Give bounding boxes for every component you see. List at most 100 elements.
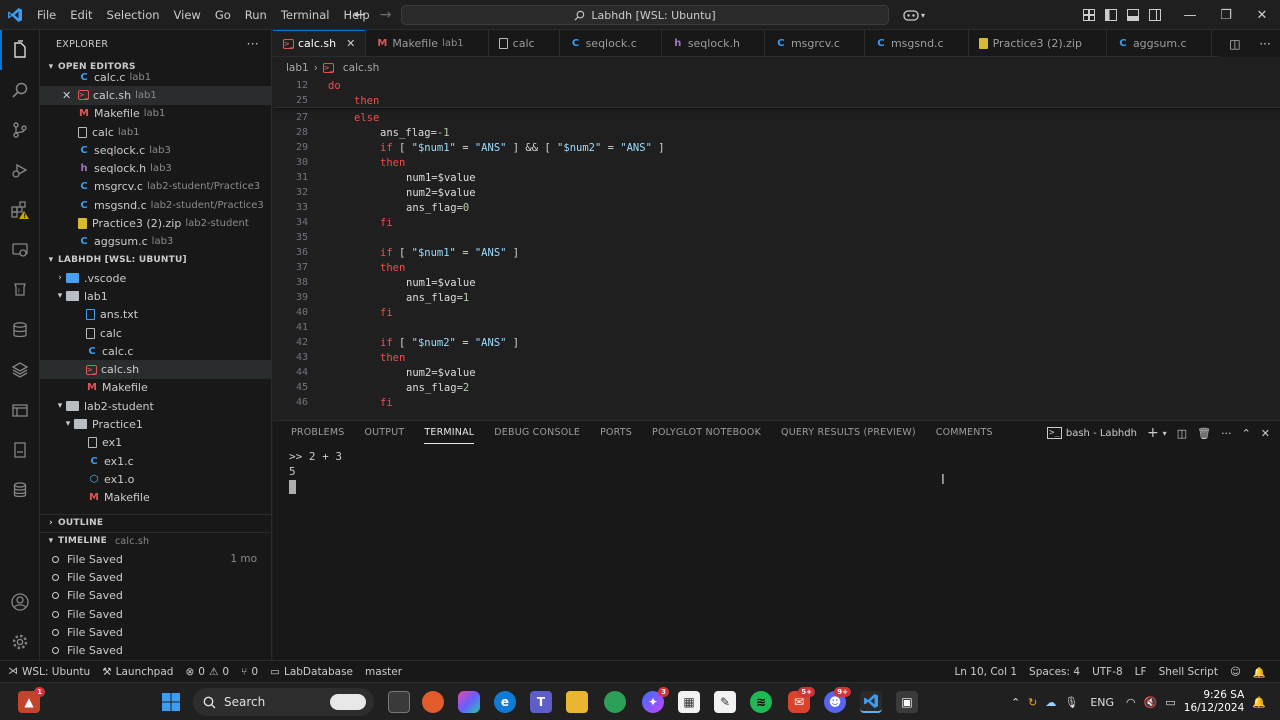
- app-icon-orange[interactable]: [422, 691, 444, 713]
- close-window-icon[interactable]: ✕: [1244, 0, 1280, 30]
- customize-layout-icon[interactable]: [1078, 0, 1100, 30]
- open-editor-item[interactable]: calc lab1: [40, 123, 271, 141]
- terminal-name[interactable]: bash - Labhdh: [1066, 428, 1137, 439]
- editor-tab[interactable]: Cseqlock.c: [560, 30, 662, 56]
- tree-file[interactable]: ⬡ ex1.o: [40, 470, 271, 488]
- tree-file[interactable]: Ccalc.c: [40, 342, 271, 360]
- indentation[interactable]: Spaces: 4: [1023, 666, 1086, 678]
- breadcrumb-folder[interactable]: lab1: [286, 62, 309, 74]
- restore-icon[interactable]: ❐: [1208, 0, 1244, 30]
- panel-tab-polyglot-notebook[interactable]: POLYGLOT NOTEBOOK: [642, 421, 771, 445]
- maximize-panel-icon[interactable]: ⌃: [1242, 427, 1251, 440]
- app-icon-window[interactable]: ▣: [896, 691, 918, 713]
- editor-tab[interactable]: Cmsgrcv.c: [765, 30, 865, 56]
- copilot-status-icon[interactable]: ☺: [1224, 666, 1247, 678]
- notebook-icon[interactable]: [0, 430, 40, 470]
- launchpad-item[interactable]: ⚒ Launchpad: [96, 666, 179, 678]
- menu-run[interactable]: Run: [238, 0, 274, 30]
- end-of-line[interactable]: LF: [1129, 666, 1153, 678]
- tray-app-icon[interactable]: ↻: [1028, 696, 1037, 709]
- timeline-item[interactable]: File Saved: [40, 605, 271, 623]
- close-panel-icon[interactable]: ✕: [1261, 427, 1270, 440]
- mail-app-icon[interactable]: ✉ 5+: [788, 687, 815, 713]
- language-indicator[interactable]: ENG: [1090, 696, 1114, 709]
- messenger-icon[interactable]: ✦ 3: [642, 687, 669, 713]
- encoding[interactable]: UTF-8: [1086, 666, 1129, 678]
- spotify-icon[interactable]: ≋: [750, 691, 772, 713]
- panel-tab-terminal[interactable]: TERMINAL: [414, 421, 484, 445]
- timeline-item[interactable]: File Saved: [40, 623, 271, 641]
- explorer-icon[interactable]: [0, 30, 40, 70]
- open-editor-item[interactable]: Ccalc.c lab1: [40, 68, 271, 86]
- file-explorer-icon[interactable]: [566, 691, 588, 713]
- tree-file[interactable]: >_ calc.sh: [40, 360, 271, 379]
- tree-folder[interactable]: ▾ lab2-student: [40, 397, 271, 415]
- volume-muted-icon[interactable]: 🔇: [1144, 696, 1158, 709]
- settings-gear-icon[interactable]: [0, 622, 40, 662]
- chevron-down-icon[interactable]: ▾: [1163, 429, 1167, 438]
- notes-app-icon[interactable]: ✎: [714, 691, 736, 713]
- language-mode[interactable]: Shell Script: [1153, 666, 1224, 678]
- more-actions-icon[interactable]: ···: [247, 37, 259, 51]
- vscode-taskbar-icon[interactable]: [860, 691, 882, 713]
- layers-icon[interactable]: [0, 350, 40, 390]
- microphone-icon[interactable]: 🎙: [1064, 696, 1078, 709]
- menu-selection[interactable]: Selection: [100, 0, 167, 30]
- split-editor-icon[interactable]: ◫: [1229, 37, 1240, 51]
- workspace-header[interactable]: ▾ LABHDH [WSL: UBUNTU]: [40, 251, 271, 269]
- panel-tab-ports[interactable]: PORTS: [590, 421, 642, 445]
- windows-start-icon[interactable]: [160, 691, 182, 713]
- timeline-header[interactable]: ▾ TIMELINE calc.sh: [40, 531, 271, 550]
- widget-app-icon[interactable]: ▲ 1: [18, 687, 45, 713]
- extensions-icon[interactable]: !: [0, 190, 40, 230]
- more-actions-icon[interactable]: ···: [1221, 427, 1232, 440]
- copilot-app-icon[interactable]: [458, 691, 480, 713]
- toggle-panel-icon[interactable]: [1122, 0, 1144, 30]
- battery-icon[interactable]: ▭: [1165, 696, 1175, 709]
- timeline-item[interactable]: File Saved: [40, 641, 271, 659]
- close-tab-icon[interactable]: ✕: [346, 37, 355, 50]
- ports-item[interactable]: ⑂ 0: [235, 666, 264, 678]
- tree-folder[interactable]: ▾ Practice1: [40, 415, 271, 433]
- task-view-icon[interactable]: [388, 691, 410, 713]
- accounts-icon[interactable]: [0, 582, 40, 622]
- copilot-icon[interactable]: ▾: [900, 0, 928, 30]
- outline-header[interactable]: › OUTLINE: [40, 513, 271, 532]
- tree-file[interactable]: M Makefile: [40, 489, 271, 507]
- open-editor-item[interactable]: Cmsgrcv.c lab2-student/Practice3: [40, 178, 271, 196]
- tree-file[interactable]: M Makefile: [40, 379, 271, 397]
- run-debug-icon[interactable]: [0, 150, 40, 190]
- tree-folder[interactable]: › .vscode: [40, 269, 271, 287]
- tree-file[interactable]: Cex1.c: [40, 452, 271, 470]
- open-editor-item[interactable]: Caggsum.c lab3: [40, 233, 271, 251]
- split-terminal-icon[interactable]: ◫: [1177, 427, 1187, 440]
- tree-folder[interactable]: ▾ lab1: [40, 287, 271, 305]
- branch-item[interactable]: master: [359, 666, 408, 678]
- menu-terminal[interactable]: Terminal: [274, 0, 337, 30]
- open-editor-item[interactable]: Cseqlock.c lab3: [40, 141, 271, 159]
- remote-explorer-icon[interactable]: [0, 230, 40, 270]
- panels-icon[interactable]: [0, 390, 40, 430]
- more-actions-icon[interactable]: ···: [1259, 37, 1270, 51]
- menu-file[interactable]: File: [30, 0, 63, 30]
- panel-tab-debug-console[interactable]: DEBUG CONSOLE: [484, 421, 590, 445]
- problems-item[interactable]: ⊗ 0 ⚠ 0: [179, 666, 235, 678]
- wifi-icon[interactable]: ◠: [1126, 696, 1136, 709]
- timeline-item[interactable]: File Saved: [40, 568, 271, 586]
- open-editor-item[interactable]: M Makefile lab1: [40, 105, 271, 123]
- onedrive-icon[interactable]: ☁: [1045, 696, 1056, 709]
- panel-tab-query-results-preview-[interactable]: QUERY RESULTS (PREVIEW): [771, 421, 926, 445]
- store-icon[interactable]: ▦: [678, 691, 700, 713]
- open-editor-item[interactable]: Practice3 (2).zip lab2-student: [40, 214, 271, 232]
- close-icon[interactable]: ✕: [62, 89, 78, 102]
- trash-icon[interactable]: 🗑: [1197, 427, 1211, 440]
- menu-edit[interactable]: Edit: [63, 0, 99, 30]
- notifications-icon[interactable]: 🔔: [1252, 696, 1266, 709]
- timeline-item[interactable]: File Saved: [40, 587, 271, 605]
- testing-icon[interactable]: !: [0, 270, 40, 310]
- panel-tab-output[interactable]: OUTPUT: [354, 421, 414, 445]
- terminal-output[interactable]: >> 2 + 3 5: [289, 449, 342, 494]
- notifications-bell-icon[interactable]: 🔔: [1247, 666, 1272, 679]
- database-icon[interactable]: [0, 310, 40, 350]
- sticky-scroll[interactable]: 12 do 25 then: [273, 78, 1280, 108]
